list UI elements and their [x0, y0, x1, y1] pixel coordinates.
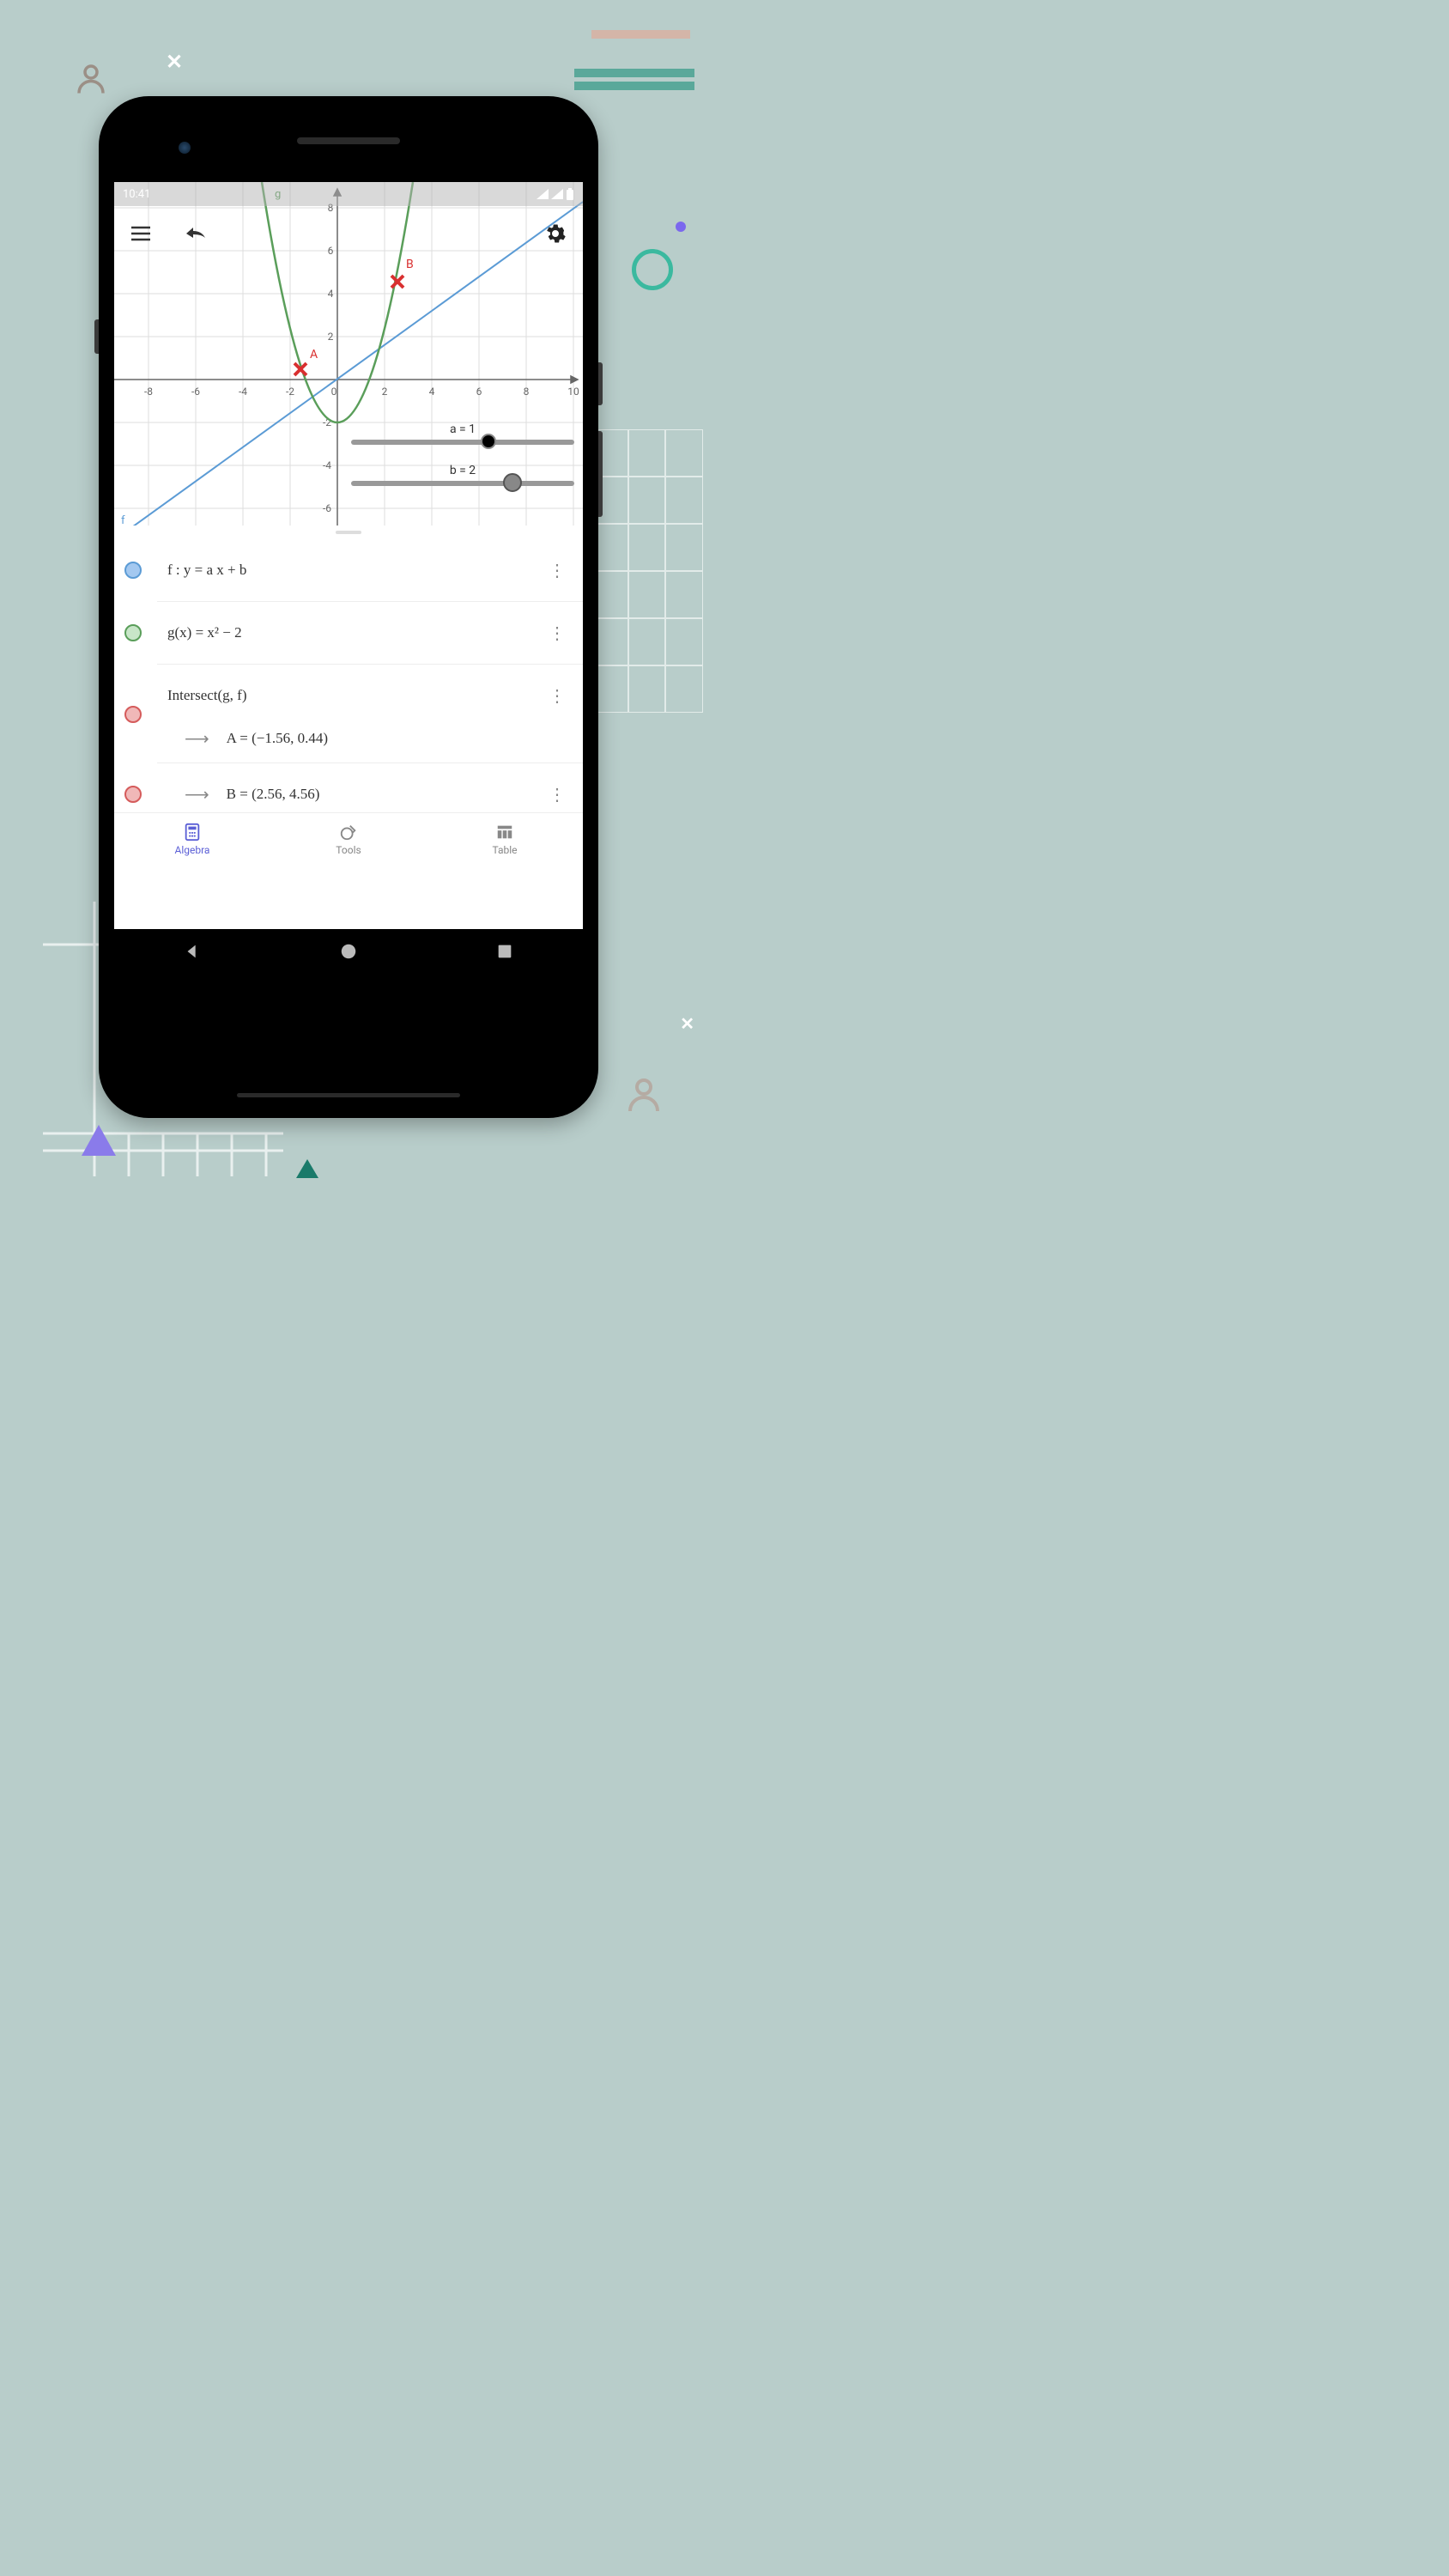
table-icon — [495, 823, 514, 841]
slider-b-thumb[interactable] — [503, 473, 522, 492]
slider-a-label: a = 1 — [351, 422, 574, 436]
more-icon[interactable]: ⋮ — [542, 553, 573, 587]
bg-triangle-shape — [82, 1125, 116, 1156]
status-bar: 10:41 — [114, 182, 583, 206]
phone-speaker — [237, 1093, 460, 1097]
graph-toolbar — [114, 212, 583, 255]
arrow-right-icon: ⟶ — [185, 728, 209, 749]
svg-text:A: A — [310, 348, 318, 361]
slider-a-track[interactable] — [351, 440, 574, 445]
nav-back-icon[interactable] — [183, 942, 202, 961]
slider-a[interactable]: a = 1 — [351, 422, 574, 445]
result-a: A = (−1.56, 0.44) — [227, 730, 573, 747]
phone-speaker — [297, 137, 400, 144]
svg-text:4: 4 — [328, 288, 334, 300]
svg-text:-4: -4 — [323, 459, 331, 471]
visibility-toggle-a[interactable] — [124, 706, 142, 723]
algebra-panel: f : y = a x + b ⋮ g(x) = x² − 2 ⋮ Inters… — [114, 539, 583, 866]
tools-icon — [339, 823, 358, 841]
expression-row-f[interactable]: f : y = a x + b ⋮ — [157, 539, 583, 602]
tab-table-label: Table — [492, 844, 517, 856]
arrow-right-icon: ⟶ — [185, 784, 209, 805]
phone-button — [598, 362, 603, 405]
status-time: 10:41 — [123, 188, 537, 201]
bottom-tab-bar: Algebra Tools Table — [114, 812, 583, 866]
phone-top-bezel — [114, 112, 583, 182]
bg-bars-shape — [574, 30, 694, 90]
svg-text:6: 6 — [476, 386, 482, 398]
nav-home-icon[interactable] — [339, 942, 358, 961]
bg-close-icon: ✕ — [680, 1013, 694, 1034]
tab-table[interactable]: Table — [427, 813, 583, 866]
expression-g[interactable]: g(x) = x² − 2 — [167, 624, 542, 641]
phone-camera — [179, 142, 191, 154]
slider-panel: a = 1 b = 2 — [351, 422, 574, 505]
menu-icon[interactable] — [131, 226, 150, 241]
panel-drag-handle[interactable] — [336, 531, 361, 534]
visibility-toggle-f[interactable] — [124, 562, 142, 579]
tab-algebra[interactable]: Algebra — [114, 813, 270, 866]
svg-text:B: B — [406, 258, 414, 271]
svg-text:0: 0 — [331, 386, 337, 398]
tab-algebra-label: Algebra — [175, 844, 210, 856]
bg-person-icon — [623, 1073, 664, 1115]
visibility-toggle-b[interactable] — [124, 786, 142, 803]
app-screen: 10:41 — [114, 182, 583, 929]
phone-button — [598, 431, 603, 517]
bg-close-icon: ✕ — [166, 50, 183, 74]
result-b: B = (2.56, 4.56) — [227, 786, 542, 803]
tab-tools[interactable]: Tools — [270, 813, 427, 866]
nav-recent-icon[interactable] — [495, 942, 514, 961]
point-b[interactable]: B — [391, 258, 414, 288]
slider-b[interactable]: b = 2 — [351, 464, 574, 486]
bg-triangle-shape — [296, 1159, 318, 1178]
expression-intersect[interactable]: Intersect(g, f) — [167, 687, 542, 704]
svg-text:-4: -4 — [239, 386, 247, 398]
more-icon[interactable]: ⋮ — [542, 777, 573, 811]
calculator-icon — [183, 823, 202, 841]
more-icon[interactable]: ⋮ — [542, 616, 573, 650]
bg-circle-shape — [632, 249, 673, 290]
settings-icon[interactable] — [545, 223, 566, 244]
more-icon[interactable]: ⋮ — [542, 678, 573, 713]
curve-f-label: f — [121, 514, 125, 526]
android-nav-bar — [114, 929, 583, 974]
undo-icon[interactable] — [185, 226, 207, 241]
expression-row-g[interactable]: g(x) = x² − 2 ⋮ — [157, 602, 583, 665]
status-icons — [537, 188, 574, 200]
graph-view[interactable]: -8 -6 -4 -2 0 2 4 6 8 10 -6 -4 -2 2 4 6 — [114, 182, 583, 526]
svg-text:-2: -2 — [286, 386, 294, 398]
svg-text:8: 8 — [524, 386, 530, 398]
phone-frame: 10:41 — [99, 96, 598, 1118]
svg-text:2: 2 — [328, 331, 334, 343]
slider-b-track[interactable] — [351, 481, 574, 486]
visibility-toggle-g[interactable] — [124, 624, 142, 641]
slider-b-label: b = 2 — [351, 464, 574, 477]
bg-person-icon — [73, 60, 109, 96]
result-a-row: ⟶ A = (−1.56, 0.44) — [167, 728, 573, 749]
svg-text:-6: -6 — [323, 502, 331, 514]
expression-f[interactable]: f : y = a x + b — [167, 562, 542, 579]
bg-grid-shape — [591, 429, 703, 713]
svg-text:2: 2 — [382, 386, 388, 398]
expression-row-intersect[interactable]: Intersect(g, f) ⋮ ⟶ A = (−1.56, 0.44) — [157, 665, 583, 763]
svg-text:-6: -6 — [191, 386, 200, 398]
svg-text:-8: -8 — [144, 386, 153, 398]
svg-text:4: 4 — [429, 386, 435, 398]
point-a[interactable]: A — [294, 348, 318, 375]
phone-button — [94, 319, 99, 354]
tab-tools-label: Tools — [336, 844, 361, 856]
bg-dot-shape — [676, 222, 686, 232]
svg-text:10: 10 — [567, 386, 579, 398]
slider-a-thumb[interactable] — [481, 434, 496, 449]
